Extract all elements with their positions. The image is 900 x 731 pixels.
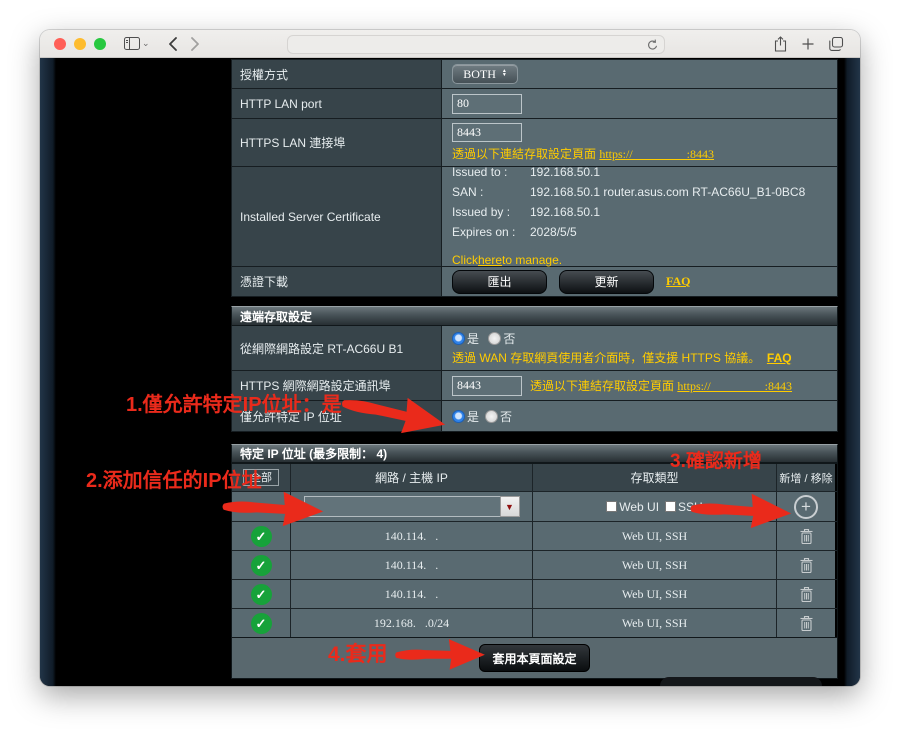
- delete-ip-button[interactable]: [777, 580, 835, 608]
- ssh-checkbox[interactable]: [665, 501, 676, 512]
- http-lan-port-input[interactable]: [452, 94, 522, 114]
- cert-value: 192.168.50.1: [530, 202, 600, 222]
- col-ip-header: 網路 / 主機 IP: [291, 464, 533, 491]
- close-window-button[interactable]: [54, 38, 66, 50]
- url-field[interactable]: [287, 35, 665, 54]
- wan-port-input[interactable]: [452, 376, 522, 396]
- cert-key: Issued by :: [452, 202, 530, 222]
- panel-footer: 套用本頁面設定: [231, 638, 838, 679]
- webui-checkbox-label: Web UI: [619, 500, 659, 514]
- renew-button[interactable]: 更新: [559, 270, 654, 294]
- wan-no-radio[interactable]: [488, 332, 501, 345]
- delete-ip-button[interactable]: [777, 609, 835, 637]
- chevron-down-icon[interactable]: ⌄: [142, 38, 150, 49]
- col-add-remove-header: 新增 / 移除: [777, 464, 835, 491]
- row-cert-download: 憑證下載 匯出 更新 FAQ: [231, 267, 838, 297]
- row-http-lan-port: HTTP LAN port: [231, 89, 838, 119]
- ip-table-row: ✓ 140.114. . Web UI, SSH: [232, 550, 837, 579]
- cert-value: 192.168.50.1 router.asus.com RT-AC66U_B1…: [530, 182, 805, 202]
- auth-method-value: BOTH: [463, 67, 496, 82]
- annotation-arrow-icon: [683, 485, 801, 535]
- wan-yes-radio[interactable]: [452, 332, 465, 345]
- annotation-arrow-icon: [394, 634, 488, 674]
- wan-port-note: 透過以下連結存取設定頁面: [530, 379, 677, 393]
- access-cell: Web UI, SSH: [533, 551, 777, 579]
- cert-faq-link[interactable]: FAQ: [666, 274, 690, 289]
- row-wan-access: 從網際網路設定 RT-AC66U B1 是 否 透過 WAN 存取網頁使用者介面…: [231, 326, 838, 371]
- webui-checkbox[interactable]: [606, 501, 617, 512]
- access-cell: Web UI, SSH: [533, 609, 777, 637]
- annotation-arrow-icon: [215, 483, 333, 533]
- https-lan-link[interactable]: https:// :8443: [599, 147, 714, 161]
- auth-label: 授權方式: [232, 60, 442, 88]
- restrict-yes-label: 是: [467, 408, 479, 425]
- forward-button[interactable]: [191, 37, 200, 51]
- auth-method-select[interactable]: BOTH ▲▼: [452, 64, 518, 84]
- browser-toolbar: ⌄: [40, 30, 860, 58]
- tab-overview-icon[interactable]: [829, 37, 844, 51]
- annotation-step1: 1.僅允許特定IP位址：是: [126, 388, 342, 417]
- page-content: 授權方式 BOTH ▲▼ HTTP LAN port HTTPS LAN 連接埠…: [40, 58, 860, 686]
- back-button[interactable]: [168, 37, 177, 51]
- http-lan-port-label: HTTP LAN port: [232, 89, 442, 118]
- ip-combobox-field[interactable]: [304, 496, 500, 517]
- access-cell: Web UI, SSH: [533, 580, 777, 608]
- restrict-no-label: 否: [500, 408, 512, 425]
- annotation-step4: 4.套用: [328, 638, 388, 668]
- export-button[interactable]: 匯出: [452, 270, 547, 294]
- cert-value: 2028/5/5: [530, 222, 577, 242]
- https-lan-port-input[interactable]: [452, 123, 522, 142]
- row-auth: 授權方式 BOTH ▲▼: [231, 59, 838, 89]
- ip-table-row: ✓ 140.114. . Web UI, SSH: [232, 579, 837, 608]
- https-lan-port-label: HTTPS LAN 連接埠: [232, 119, 442, 166]
- wan-port-link[interactable]: https:// :8443: [677, 379, 792, 393]
- cert-download-label: 憑證下載: [232, 267, 442, 296]
- ip-combobox[interactable]: ▼: [304, 496, 520, 517]
- page-bg-left: [40, 58, 56, 686]
- cutoff-widget: [660, 677, 822, 686]
- cert-value: 192.168.50.1: [530, 162, 600, 182]
- settings-panel: 授權方式 BOTH ▲▼ HTTP LAN port HTTPS LAN 連接埠…: [231, 59, 838, 679]
- ip-cell: 140.114. .: [291, 551, 533, 579]
- row-https-lan-port: HTTPS LAN 連接埠 透過以下連結存取設定頁面 https:// :844…: [231, 119, 838, 167]
- remote-access-section-header: 遠端存取設定: [231, 306, 838, 326]
- cert-key: Issued to :: [452, 162, 530, 182]
- ip-cell: 140.114. .: [291, 580, 533, 608]
- new-tab-icon[interactable]: [802, 38, 814, 50]
- https-lan-note: 透過以下連結存取設定頁面: [452, 147, 599, 161]
- certificate-label: Installed Server Certificate: [232, 167, 442, 266]
- enabled-check-icon[interactable]: ✓: [251, 584, 272, 605]
- wan-yes-label: 是: [467, 332, 479, 346]
- browser-window: ⌄: [40, 30, 860, 686]
- row-certificate: Installed Server Certificate Issued to :…: [231, 167, 838, 267]
- share-icon[interactable]: [774, 36, 787, 52]
- minimize-window-button[interactable]: [74, 38, 86, 50]
- enabled-check-icon[interactable]: ✓: [251, 555, 272, 576]
- page-bg-right: [844, 58, 860, 686]
- combobox-dropdown-icon[interactable]: ▼: [500, 496, 520, 517]
- cert-key: Expires on :: [452, 222, 530, 242]
- wan-no-label: 否: [503, 332, 515, 346]
- select-stepper-icon: ▲▼: [502, 70, 507, 78]
- delete-ip-button[interactable]: [777, 551, 835, 579]
- enabled-check-icon[interactable]: ✓: [251, 613, 272, 634]
- cert-key: SAN :: [452, 182, 530, 202]
- wan-access-label: 從網際網路設定 RT-AC66U B1: [232, 326, 442, 370]
- sidebar-icon[interactable]: [124, 37, 140, 50]
- ip-table-row: ✓ 192.168. .0/24 Web UI, SSH: [232, 608, 837, 637]
- restrict-no-radio[interactable]: [485, 410, 498, 423]
- wan-note: 透過 WAN 存取網頁使用者介面時，僅支援 HTTPS 協議。: [452, 351, 760, 365]
- annotation-step3: 3.確認新增: [670, 446, 762, 473]
- wan-faq-link[interactable]: FAQ: [767, 351, 792, 365]
- zoom-window-button[interactable]: [94, 38, 106, 50]
- reload-icon[interactable]: [647, 39, 658, 51]
- ip-cell: 192.168. .0/24: [291, 609, 533, 637]
- apply-button[interactable]: 套用本頁面設定: [479, 644, 589, 672]
- window-controls: [54, 38, 106, 50]
